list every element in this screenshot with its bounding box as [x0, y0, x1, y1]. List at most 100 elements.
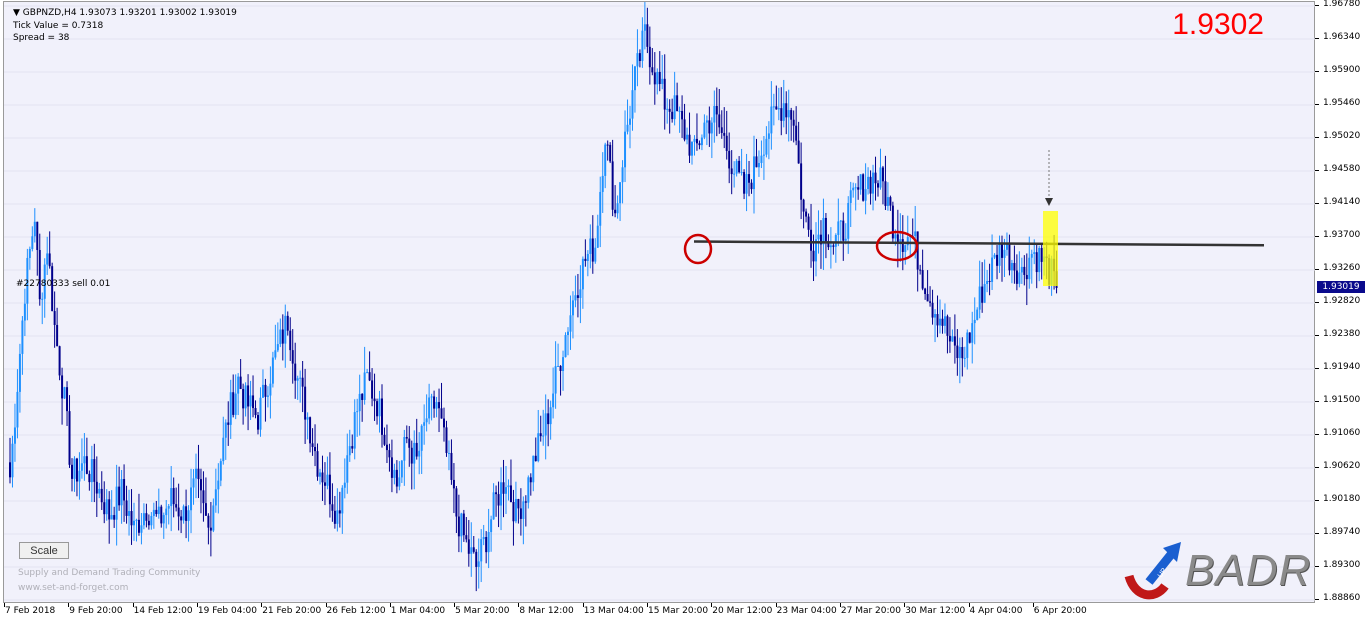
candle-bear — [775, 106, 778, 110]
candle-bull — [78, 470, 81, 482]
candle-bull — [641, 30, 644, 61]
price-tick — [1315, 467, 1319, 468]
time-axis[interactable]: 7 Feb 2018 9 Feb 20:00 14 Feb 12:00 19 Feb … — [0, 603, 1315, 626]
order-line-label[interactable]: #22780333 sell 0.01 — [16, 279, 110, 289]
plot-area[interactable]: ▼ GBPNZD,H4 1.93073 1.93201 1.93002 1.93… — [3, 1, 1316, 604]
candle-bull — [219, 461, 222, 481]
candle-bull — [341, 487, 344, 514]
chart-window[interactable]: ▼ GBPNZD,H4 1.93073 1.93201 1.93002 1.93… — [0, 0, 1366, 626]
candle-bear — [495, 492, 498, 495]
candle-bear — [1008, 243, 1011, 271]
candle-bear — [61, 375, 64, 399]
candle-bull — [319, 472, 321, 477]
candle-bear — [1040, 247, 1043, 262]
candle-bear — [383, 434, 386, 445]
spread-text: Spread = 38 — [13, 33, 70, 43]
candle-bull — [986, 280, 989, 284]
price-tick — [1315, 434, 1319, 435]
candle-bull — [326, 474, 329, 486]
candlestick-chart[interactable] — [4, 2, 1316, 604]
candle-bull — [710, 122, 713, 134]
candle-bull — [993, 254, 996, 258]
candle-bear — [323, 482, 326, 486]
candle-bull — [557, 365, 560, 367]
candle-bull — [279, 329, 282, 345]
candle-bull — [234, 393, 237, 415]
time-label: 30 Mar 12:00 — [905, 606, 966, 616]
candle-bear — [874, 172, 877, 184]
candle-bull — [229, 392, 232, 425]
candle-bear — [88, 473, 91, 483]
candle-bull — [21, 320, 24, 354]
candle-bull — [978, 286, 981, 310]
candle-bear — [9, 462, 11, 478]
candle-bull — [420, 425, 423, 451]
price-label: 1.89300 — [1323, 560, 1361, 570]
candle-bull — [110, 515, 113, 520]
candle-bear — [199, 479, 202, 491]
candle-bear — [889, 197, 892, 206]
candle-bull — [829, 245, 832, 248]
candle-bull — [356, 411, 359, 413]
candle-bull — [259, 397, 262, 430]
candle-bear — [688, 134, 691, 156]
candle-bull — [157, 506, 160, 515]
candle-bull — [83, 456, 86, 464]
candle-bear — [807, 216, 810, 230]
candle-bull — [817, 234, 820, 240]
price-axis[interactable]: 1.96780 1.96340 1.95900 1.95460 1.95020 1.945… — [1315, 0, 1366, 603]
candle-bear — [698, 143, 701, 146]
price-label: 1.89740 — [1323, 527, 1361, 537]
candle-bull — [358, 393, 361, 412]
candle-bull — [879, 167, 882, 188]
candle-bear — [85, 456, 88, 474]
candle-bull — [366, 372, 369, 374]
candle-bear — [953, 336, 956, 346]
candle-bull — [1018, 272, 1021, 284]
collapse-arrow-icon[interactable]: ▼ — [13, 8, 20, 18]
candle-bear — [254, 408, 257, 416]
candle-bull — [41, 298, 44, 300]
candle-bear — [286, 315, 289, 331]
candle-bull — [1038, 247, 1041, 273]
candle-bear — [718, 114, 721, 128]
candle-bear — [683, 119, 686, 140]
candle-bear — [361, 393, 364, 400]
candle-bear — [668, 108, 671, 112]
candle-bear — [289, 330, 292, 351]
candle-bear — [304, 386, 307, 420]
candle-bear — [653, 72, 656, 85]
candle-bear — [227, 422, 230, 425]
candle-bull — [733, 173, 736, 175]
scale-button[interactable]: Scale — [19, 542, 69, 559]
candle-bull — [162, 515, 165, 524]
price-tick — [1315, 203, 1319, 204]
candle-bull — [872, 172, 875, 194]
candle-bear — [931, 302, 934, 318]
candle-bull — [643, 24, 646, 31]
candle-bull — [343, 482, 346, 488]
candle-bull — [527, 477, 530, 503]
candle-bull — [430, 396, 433, 398]
candle-bull — [549, 407, 552, 425]
candle-bull — [601, 175, 604, 192]
candle-bear — [321, 472, 324, 483]
candle-bear — [368, 372, 371, 381]
price-label: 1.95460 — [1323, 98, 1361, 108]
candle-bull — [604, 144, 607, 176]
candle-bull — [423, 422, 426, 426]
candle-bull — [703, 122, 706, 138]
candle-bull — [839, 220, 842, 222]
candle-bull — [574, 295, 577, 301]
candle-bull — [542, 435, 545, 437]
price-label: 1.95900 — [1323, 65, 1361, 75]
candle-bear — [638, 53, 641, 61]
candle-bear — [395, 469, 398, 487]
candle-bull — [886, 197, 889, 206]
candle-bull — [1020, 266, 1023, 273]
candle-bear — [475, 551, 478, 567]
price-label: 1.92820 — [1323, 296, 1361, 306]
price-tick — [1315, 302, 1319, 303]
candle-bull — [594, 247, 597, 262]
candle-bear — [671, 111, 674, 120]
